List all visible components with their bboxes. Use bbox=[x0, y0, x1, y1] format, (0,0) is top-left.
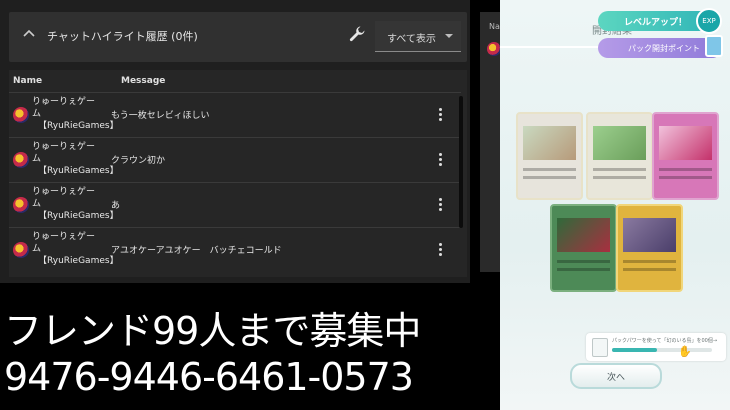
chat-rows: りゅーりぇゲー ム 【RyuRieGames】 もう一枚セレビィほしい りゅーり… bbox=[9, 92, 461, 272]
more-options-icon[interactable] bbox=[435, 152, 445, 168]
card-art bbox=[557, 218, 610, 252]
next-button[interactable]: 次へ bbox=[570, 363, 662, 389]
card-1[interactable] bbox=[516, 112, 583, 200]
card-text-line bbox=[659, 176, 712, 179]
card-art bbox=[623, 218, 676, 252]
user-name-line2: ム bbox=[32, 244, 42, 254]
user-name: りゅーりぇゲー ム 【RyuRieGames】 bbox=[32, 186, 119, 222]
user-tag: 【RyuRieGames】 bbox=[38, 256, 119, 266]
card-text-line bbox=[659, 168, 712, 171]
scrollbar[interactable] bbox=[459, 96, 463, 228]
user-tag: 【RyuRieGames】 bbox=[38, 211, 119, 221]
more-options-icon[interactable] bbox=[435, 197, 445, 213]
table-row[interactable]: りゅーりぇゲー ム 【RyuRieGames】 クラウン初か bbox=[9, 137, 461, 182]
table-row[interactable]: りゅーりぇゲー ム 【RyuRieGames】 アユオケーアユオケー バッチェコ… bbox=[9, 227, 461, 272]
level-up-text: レベルアップ！ bbox=[624, 18, 688, 28]
friend-code-caption: 9476-9446-6461-0573 bbox=[4, 355, 414, 399]
avatar bbox=[13, 107, 29, 123]
dropdown-arrow-icon bbox=[445, 34, 453, 38]
chat-highlight-header: チャットハイライト履歴 (0件) すべて表示 bbox=[9, 12, 467, 62]
exp-badge-icon: EXP bbox=[696, 8, 722, 34]
progress-fill bbox=[612, 348, 657, 352]
card-4[interactable] bbox=[550, 204, 617, 292]
pointer-icon: ✋ bbox=[678, 345, 692, 358]
progress-bar bbox=[612, 348, 712, 352]
secondary-column-label: Na bbox=[489, 22, 500, 31]
message-text: アユオケーアユオケー バッチェコールド bbox=[111, 246, 282, 256]
pack-power-text: パックパワーを使って「幻のいる島」を00個→ bbox=[612, 338, 718, 344]
card-text-line bbox=[523, 176, 576, 179]
chat-highlight-title: チャットハイライト履歴 (0件) bbox=[47, 30, 198, 43]
friend-recruit-caption: フレンド99人まで募集中 bbox=[4, 309, 421, 353]
avatar bbox=[13, 152, 29, 168]
message-text: クラウン初か bbox=[111, 156, 166, 166]
filter-select-value: すべて表示 bbox=[387, 34, 436, 45]
more-options-icon[interactable] bbox=[435, 107, 445, 123]
card-text-line bbox=[557, 260, 610, 263]
card-text-line bbox=[557, 268, 610, 271]
user-name: りゅーりぇゲー ム 【RyuRieGames】 bbox=[32, 231, 119, 267]
filter-select[interactable]: すべて表示 bbox=[375, 21, 461, 52]
user-name-line2: ム bbox=[32, 199, 42, 209]
pack-icon bbox=[705, 35, 723, 57]
card-art bbox=[659, 126, 712, 160]
card-2[interactable] bbox=[586, 112, 653, 200]
card-art bbox=[593, 126, 646, 160]
game-screen: 開封結果 レベルアップ！ EXP パック開封ポイント パックパワーを使って「幻の… bbox=[500, 0, 730, 410]
message-text: もう一枚セレビィほしい bbox=[111, 111, 210, 121]
user-name: りゅーりぇゲー ム 【RyuRieGames】 bbox=[32, 141, 119, 177]
next-button-label: 次へ bbox=[606, 373, 625, 383]
wrench-icon[interactable] bbox=[347, 24, 367, 44]
card-5[interactable] bbox=[616, 204, 683, 292]
user-name-line2: ム bbox=[32, 109, 42, 119]
column-header-name: Name bbox=[13, 76, 43, 86]
avatar bbox=[487, 42, 501, 56]
avatar bbox=[13, 242, 29, 258]
user-name-line1: りゅーりぇゲー bbox=[32, 142, 96, 152]
card-3[interactable] bbox=[652, 112, 719, 200]
divider-line bbox=[500, 46, 600, 48]
message-text: あ bbox=[111, 201, 121, 211]
user-name-line1: りゅーりぇゲー bbox=[32, 97, 96, 107]
chat-table: Name Message りゅーりぇゲー ム 【RyuRieGames】 もう一… bbox=[9, 70, 467, 277]
user-name-line1: りゅーりぇゲー bbox=[32, 232, 96, 242]
card-text-line bbox=[523, 168, 576, 171]
card-art bbox=[523, 126, 576, 160]
user-tag: 【RyuRieGames】 bbox=[38, 166, 119, 176]
pack-power-progress: パックパワーを使って「幻のいる島」を00個→ bbox=[586, 333, 726, 361]
card-text-line bbox=[593, 168, 646, 171]
chevron-up-icon[interactable] bbox=[21, 26, 37, 42]
more-options-icon[interactable] bbox=[435, 242, 445, 258]
table-row[interactable]: りゅーりぇゲー ム 【RyuRieGames】 もう一枚セレビィほしい bbox=[9, 92, 461, 137]
table-row[interactable]: りゅーりぇゲー ム 【RyuRieGames】 あ bbox=[9, 182, 461, 227]
pack-icon bbox=[592, 338, 608, 357]
user-name-line2: ム bbox=[32, 154, 42, 164]
card-text-line bbox=[593, 176, 646, 179]
user-name: りゅーりぇゲー ム 【RyuRieGames】 bbox=[32, 96, 119, 132]
column-header-message: Message bbox=[121, 76, 166, 86]
user-name-line1: りゅーりぇゲー bbox=[32, 187, 96, 197]
card-text-line bbox=[623, 268, 676, 271]
avatar bbox=[13, 197, 29, 213]
user-tag: 【RyuRieGames】 bbox=[38, 121, 119, 131]
pack-points-text: パック開封ポイント bbox=[628, 44, 700, 53]
secondary-chat-panel: Na bbox=[480, 12, 501, 272]
chat-highlight-panel: チャットハイライト履歴 (0件) すべて表示 Name Message りゅーり… bbox=[0, 0, 470, 283]
card-text-line bbox=[623, 260, 676, 263]
pack-points-banner: パック開封ポイント bbox=[598, 38, 722, 58]
